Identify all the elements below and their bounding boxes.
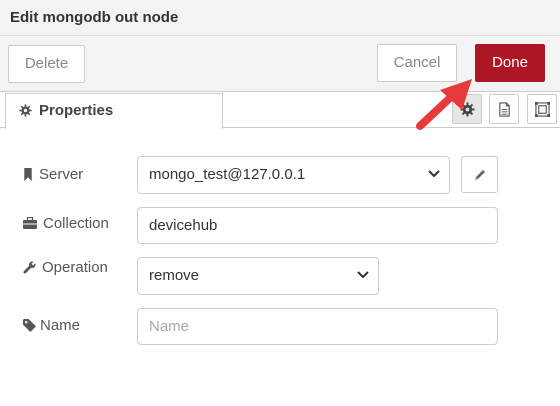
chevron-down-icon — [428, 170, 440, 178]
annotation-arrow-icon — [416, 79, 472, 130]
chevron-down-icon — [357, 271, 369, 279]
wrench-icon — [23, 261, 36, 274]
name-placeholder: Name — [149, 318, 190, 335]
done-button[interactable]: Done — [475, 44, 545, 82]
gear-icon — [19, 104, 32, 117]
server-value: mongo_test@127.0.0.1 — [149, 166, 306, 183]
collection-value: devicehub — [149, 217, 218, 234]
edit-server-button[interactable] — [461, 156, 498, 193]
server-select[interactable]: mongo_test@127.0.0.1 — [137, 156, 450, 194]
briefcase-icon — [23, 217, 37, 229]
pencil-icon — [475, 170, 485, 180]
dialog-title: Edit mongodb out node — [10, 9, 179, 26]
operation-label: Operation — [42, 259, 108, 276]
server-label: Server — [39, 166, 84, 183]
operation-value: remove — [149, 267, 200, 284]
tag-icon — [23, 319, 36, 332]
dialog-header: Edit mongodb out node — [0, 0, 560, 36]
name-label: Name — [40, 317, 81, 334]
appearance-icon — [535, 102, 550, 117]
bookmark-icon — [24, 168, 32, 181]
tab-properties-label: Properties — [39, 102, 114, 119]
collection-input[interactable]: devicehub — [137, 207, 498, 244]
tab-properties[interactable]: Properties — [5, 93, 223, 129]
description-icon — [499, 102, 510, 117]
name-input[interactable]: Name — [137, 308, 498, 345]
delete-button[interactable]: Delete — [8, 45, 85, 83]
tab-description[interactable] — [489, 94, 519, 124]
operation-select[interactable]: remove — [137, 257, 379, 295]
tab-appearance[interactable] — [527, 94, 557, 124]
collection-label: Collection — [43, 215, 109, 232]
